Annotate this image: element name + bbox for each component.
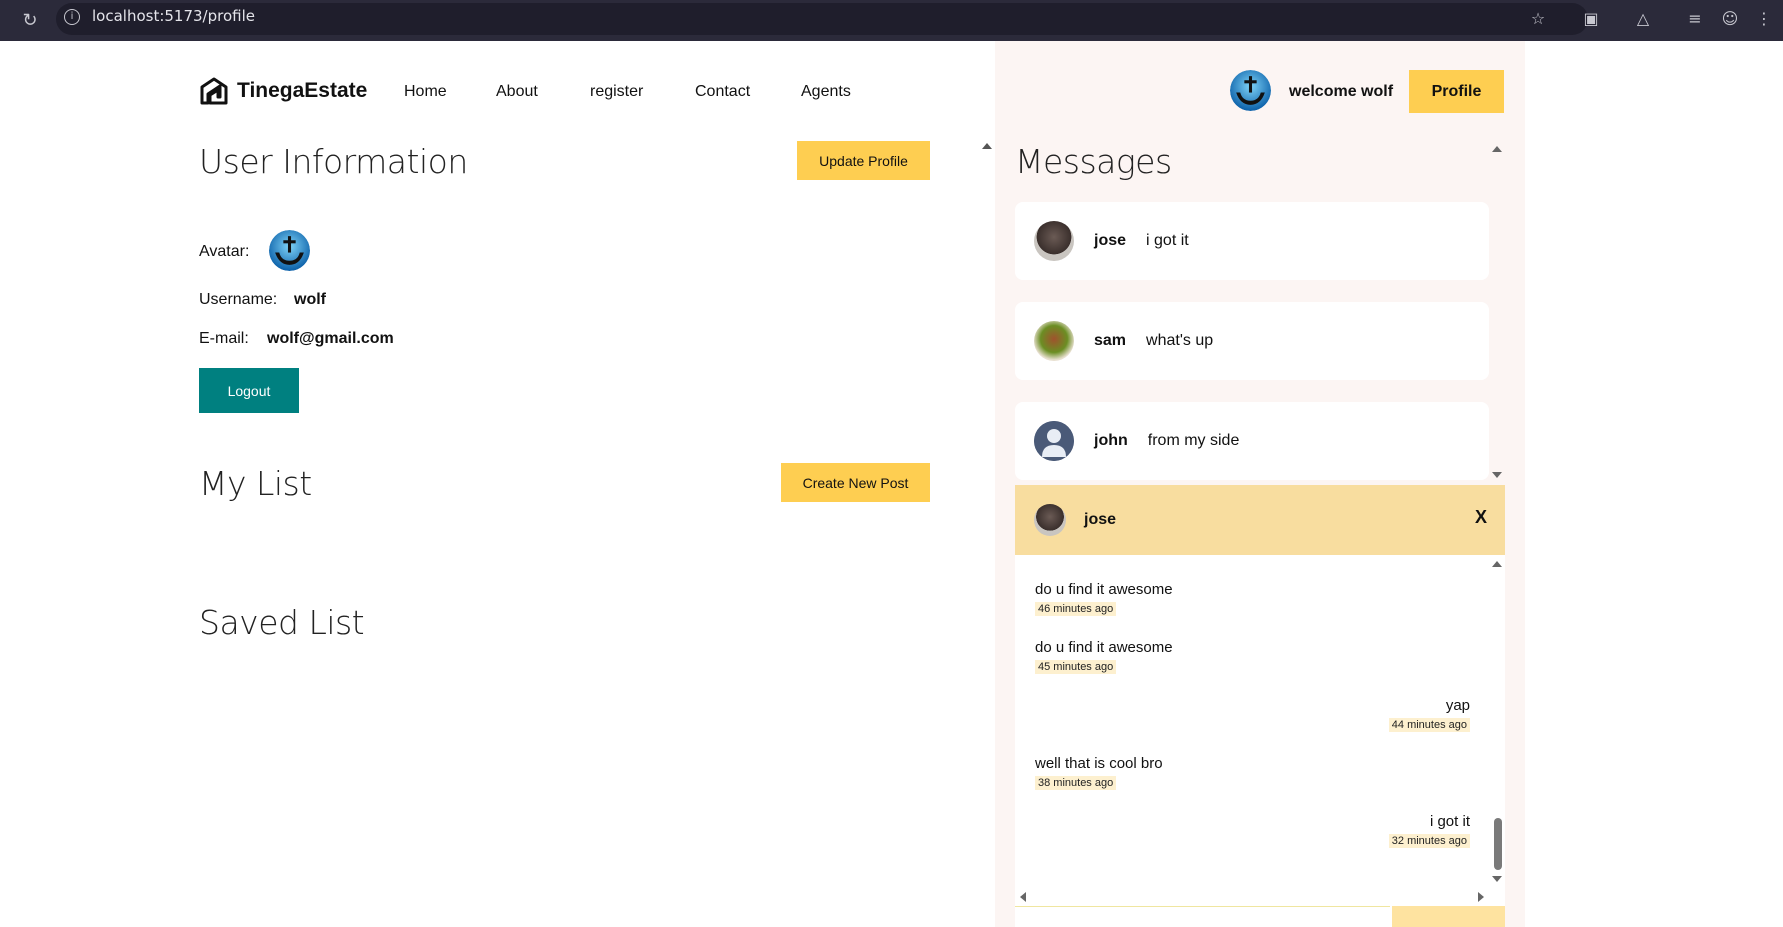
chat-message-time: 46 minutes ago — [1035, 602, 1117, 616]
message-preview: from my side — [1147, 432, 1240, 449]
media-queue-icon[interactable]: ≡ — [1684, 8, 1706, 30]
logout-button[interactable]: Logout — [199, 368, 299, 413]
message-item[interactable]: jose i got it — [1015, 202, 1489, 280]
chat-message-input[interactable] — [1015, 906, 1390, 927]
chat-message-text-own: yap — [1445, 697, 1470, 714]
chat-message-text-own: i got it — [1429, 813, 1470, 830]
user-avatar — [269, 230, 310, 271]
username-value: wolf — [294, 291, 326, 308]
chat-scroll-down-arrow[interactable] — [1492, 876, 1502, 882]
message-preview: what's up — [1146, 332, 1214, 349]
avatar-label: Avatar: — [199, 243, 250, 260]
chat-scroll-up-arrow[interactable] — [1492, 561, 1502, 567]
chat-scroll-right-arrow[interactable] — [1478, 892, 1484, 902]
site-logo[interactable]: TinegaEstate — [199, 77, 367, 105]
nav-agents[interactable]: Agents — [801, 83, 851, 101]
chat-box: jose X — [1015, 485, 1505, 927]
chat-message-text: do u find it awesome — [1035, 639, 1173, 656]
extensions-icon[interactable]: ▣ — [1580, 8, 1602, 30]
labs-flask-icon[interactable]: △ — [1632, 8, 1654, 30]
bookmark-star-icon[interactable]: ☆ — [1527, 8, 1549, 30]
chat-header: jose X — [1015, 485, 1505, 555]
username-label: Username: — [199, 291, 278, 308]
logo-icon — [200, 77, 228, 105]
user-info-title: User Information — [199, 142, 468, 181]
create-new-post-button[interactable]: Create New Post — [781, 463, 930, 502]
message-sender: jose — [1094, 232, 1127, 249]
chat-message-time: 38 minutes ago — [1035, 776, 1117, 790]
message-sender: sam — [1094, 332, 1127, 349]
my-list-title: My List — [199, 464, 312, 503]
chat-message-text: do u find it awesome — [1035, 581, 1173, 598]
site-info-icon[interactable]: i — [64, 9, 80, 25]
reload-icon[interactable]: ↻ — [18, 8, 42, 32]
messages-title: Messages — [1015, 142, 1172, 181]
chat-scrollbar-thumb[interactable] — [1494, 818, 1502, 870]
account-icon[interactable]: ☺ — [1719, 8, 1741, 30]
chat-message-time-own: 44 minutes ago — [1388, 718, 1470, 732]
profile-button[interactable]: Profile — [1409, 70, 1504, 113]
chat-message-time: 45 minutes ago — [1035, 660, 1117, 674]
nav-about[interactable]: About — [496, 83, 538, 101]
message-item[interactable]: john from my side — [1015, 402, 1489, 480]
contact-avatar — [1034, 221, 1074, 261]
update-profile-button[interactable]: Update Profile — [797, 141, 930, 180]
email-value: wolf@gmail.com — [267, 330, 394, 347]
url-text[interactable]: localhost:5173/profile — [92, 7, 255, 25]
contact-avatar — [1034, 421, 1074, 461]
header-avatar[interactable] — [1230, 70, 1271, 111]
contact-avatar — [1034, 321, 1074, 361]
chat-scroll-left-arrow[interactable] — [1020, 892, 1026, 902]
saved-list-title: Saved List — [199, 603, 365, 642]
chat-contact-avatar — [1034, 504, 1066, 536]
nav-home[interactable]: Home — [404, 83, 447, 101]
chat-message-time-own: 32 minutes ago — [1388, 834, 1470, 848]
chat-send-button[interactable] — [1392, 906, 1505, 927]
messages-scroll-up-arrow[interactable] — [1492, 146, 1502, 152]
nav-register[interactable]: register — [590, 83, 643, 101]
chat-close-button[interactable]: X — [1475, 507, 1487, 528]
messages-scroll-down-arrow[interactable] — [1492, 472, 1502, 478]
address-bar[interactable] — [56, 3, 1588, 35]
message-item[interactable]: sam what's up — [1015, 302, 1489, 380]
logo-text: TinegaEstate — [237, 79, 368, 102]
left-scroll-up-arrow[interactable] — [982, 143, 992, 149]
chat-message-text: well that is cool bro — [1035, 755, 1163, 772]
browser-menu-icon[interactable]: ⋮ — [1753, 8, 1775, 30]
message-preview: i got it — [1146, 232, 1189, 249]
chat-contact-name: jose — [1084, 511, 1117, 528]
email-label: E-mail: — [199, 330, 249, 347]
welcome-text: welcome wolf — [1289, 83, 1394, 100]
message-sender: john — [1094, 432, 1128, 449]
nav-contact[interactable]: Contact — [695, 83, 750, 101]
